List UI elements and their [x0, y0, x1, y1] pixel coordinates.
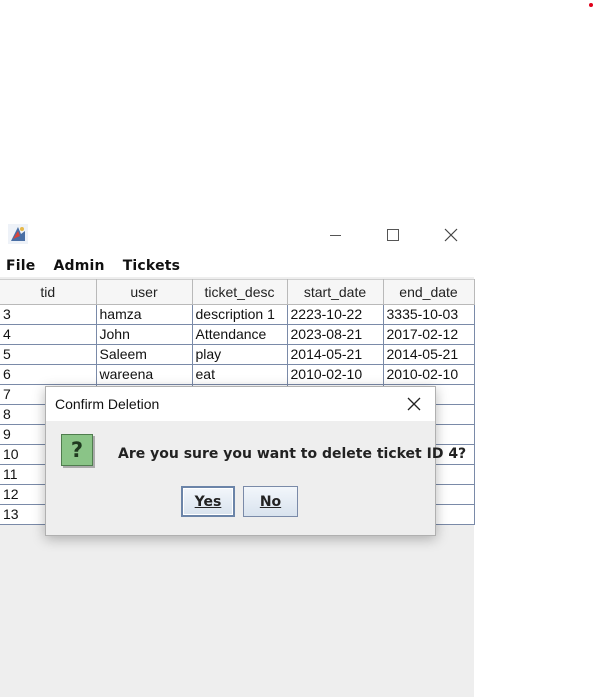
cell-ticket-desc[interactable]: play: [192, 344, 288, 365]
menu-tickets[interactable]: Tickets: [113, 258, 189, 274]
cell-ticket-desc[interactable]: eat: [192, 364, 288, 385]
close-window-button[interactable]: [436, 222, 466, 248]
cell-user[interactable]: Saleem: [96, 344, 193, 365]
cell-tid[interactable]: 3: [0, 304, 97, 325]
table-row[interactable]: 3 hamza description 1 2223-10-22 3335-10-03: [0, 304, 475, 325]
status-dot: [589, 3, 593, 7]
cell-user[interactable]: John: [96, 324, 193, 345]
cell-end-date[interactable]: 3335-10-03: [383, 304, 475, 325]
menu-bar: File Admin Tickets: [0, 254, 474, 277]
table-row[interactable]: 5 Saleem play 2014-05-21 2014-05-21: [0, 344, 475, 365]
cell-ticket-desc[interactable]: Attendance: [192, 324, 288, 345]
cell-end-date[interactable]: 2017-02-12: [383, 324, 475, 345]
question-mark-glyph: ?: [70, 438, 84, 462]
dialog-message: Are you sure you want to delete ticket I…: [118, 446, 467, 462]
menu-admin[interactable]: Admin: [43, 258, 112, 274]
yes-button[interactable]: Yes: [181, 486, 235, 517]
no-button[interactable]: No: [243, 486, 298, 517]
cell-ticket-desc[interactable]: description 1: [192, 304, 288, 325]
maximize-button[interactable]: [378, 222, 408, 248]
cell-start-date[interactable]: 2014-05-21: [287, 344, 384, 365]
dialog-close-button[interactable]: [403, 393, 425, 415]
table-row[interactable]: 4 John Attendance 2023-08-21 2017-02-12: [0, 324, 475, 345]
confirm-deletion-dialog: Confirm Deletion ? Are you sure you want…: [45, 386, 466, 536]
minimize-button[interactable]: [320, 222, 350, 248]
cell-tid[interactable]: 5: [0, 344, 97, 365]
table-header-row: tid user ticket_desc start_date end_date: [0, 279, 475, 305]
table-row[interactable]: 6 wareena eat 2010-02-10 2010-02-10: [0, 364, 475, 385]
column-header-ticket-desc[interactable]: ticket_desc: [192, 279, 288, 305]
cell-start-date[interactable]: 2023-08-21: [287, 324, 384, 345]
cell-start-date[interactable]: 2223-10-22: [287, 304, 384, 325]
column-header-tid[interactable]: tid: [0, 279, 97, 305]
cell-end-date[interactable]: 2010-02-10: [383, 364, 475, 385]
java-app-icon: [7, 223, 29, 245]
cell-user[interactable]: wareena: [96, 364, 193, 385]
question-icon: ?: [61, 434, 93, 466]
column-header-end-date[interactable]: end_date: [383, 279, 475, 305]
close-icon: [444, 228, 458, 242]
dialog-title: Confirm Deletion: [55, 396, 160, 412]
column-header-user[interactable]: user: [96, 279, 193, 305]
maximize-icon: [387, 229, 399, 241]
close-icon: [407, 397, 421, 411]
minimize-icon: [329, 234, 341, 236]
cell-user[interactable]: hamza: [96, 304, 193, 325]
dialog-titlebar[interactable]: Confirm Deletion: [46, 387, 435, 421]
window-titlebar[interactable]: [0, 218, 474, 254]
cell-start-date[interactable]: 2010-02-10: [287, 364, 384, 385]
column-header-start-date[interactable]: start_date: [287, 279, 384, 305]
menu-file[interactable]: File: [0, 258, 43, 274]
cell-end-date[interactable]: 2014-05-21: [383, 344, 475, 365]
cell-tid[interactable]: 4: [0, 324, 97, 345]
cell-tid[interactable]: 6: [0, 364, 97, 385]
